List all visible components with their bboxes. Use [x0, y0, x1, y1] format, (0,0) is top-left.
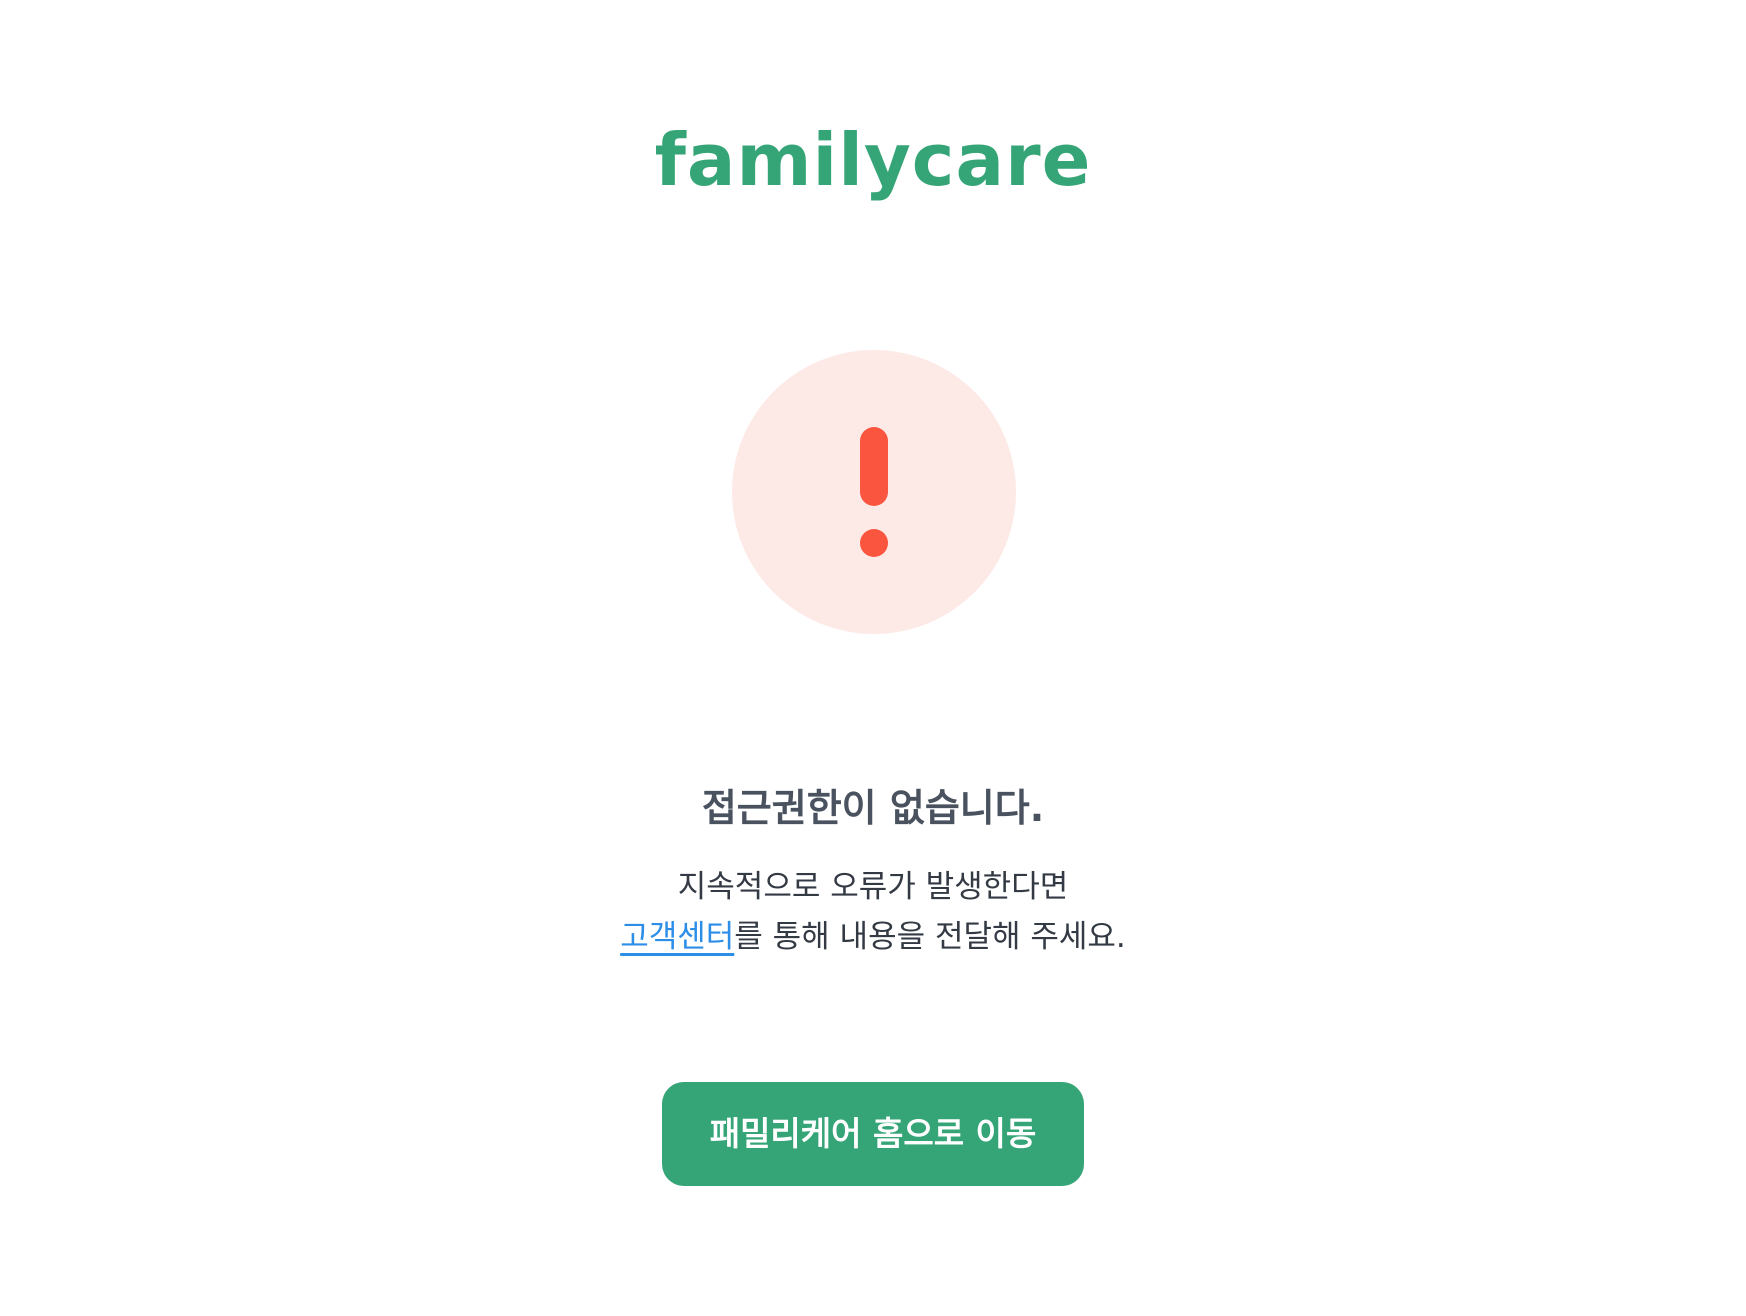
exclamation-bar	[860, 427, 888, 506]
customer-center-link[interactable]: 고객센터	[620, 919, 734, 955]
error-message: 지속적으로 오류가 발생한다면 고객센터를 통해 내용을 전달해 주세요.	[0, 862, 1746, 962]
error-message-line-2: 고객센터를 통해 내용을 전달해 주세요.	[0, 912, 1746, 962]
exclamation-icon	[732, 350, 1016, 634]
error-title: 접근권한이 없습니다.	[701, 786, 1045, 830]
error-message-line-1: 지속적으로 오류가 발생한다면	[677, 869, 1069, 905]
exclamation-dot	[860, 529, 888, 557]
error-message-line-2-text: 를 통해 내용을 전달해 주세요.	[734, 919, 1126, 955]
familycare-logo: familycare	[654, 118, 1092, 202]
go-to-familycare-home-button[interactable]: 패밀리케어 홈으로 이동	[662, 1082, 1084, 1186]
alert-icon-circle	[732, 350, 1016, 634]
